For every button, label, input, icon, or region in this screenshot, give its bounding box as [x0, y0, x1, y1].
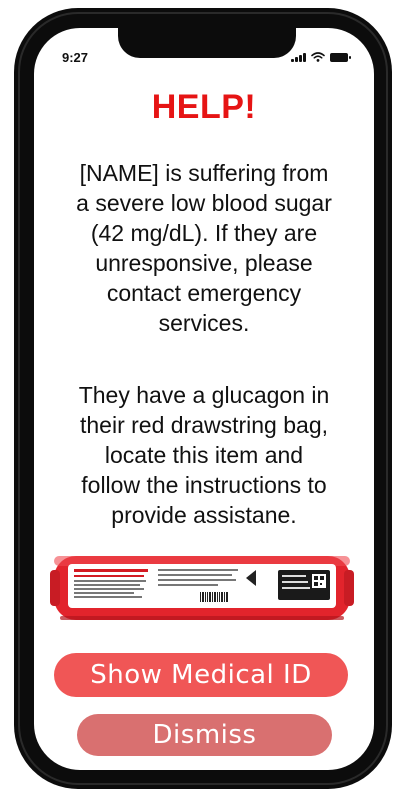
message-line: unresponsive, please [95, 250, 313, 276]
instruction-line: provide assistane. [111, 502, 297, 528]
phone-frame: 9:27 HELP! [NAME] is suffering from a se… [14, 8, 392, 789]
message-line: (42 mg/dL). If they are [90, 220, 318, 246]
instruction-line: their red drawstring bag, [79, 412, 328, 438]
alert-instructions: They have a glucagon in their red drawst… [44, 380, 364, 530]
phone-screen: 9:27 HELP! [NAME] is suffering from a se… [34, 28, 374, 770]
status-icons [291, 52, 351, 62]
message-line: a severe low blood sugar [76, 190, 332, 216]
message-line: contact emergency [106, 280, 302, 306]
cellular-signal-icon [291, 52, 306, 62]
instruction-line: They have a glucagon in [78, 382, 330, 408]
wifi-icon [311, 52, 325, 62]
instruction-line: follow the instructions to [81, 472, 327, 498]
glucagon-kit-image [50, 556, 354, 620]
message-line: services. [158, 310, 250, 336]
status-time: 9:27 [62, 50, 89, 65]
show-medical-id-button[interactable]: Show Medical ID [54, 653, 348, 697]
notch [118, 28, 296, 58]
dismiss-button[interactable]: Dismiss [77, 714, 332, 756]
instruction-line: locate this item and [104, 442, 304, 468]
message-line: [NAME] is suffering from [79, 160, 329, 186]
alert-message: [NAME] is suffering from a severe low bl… [44, 158, 364, 338]
battery-icon [330, 52, 351, 62]
alert-title: HELP! [151, 88, 257, 126]
